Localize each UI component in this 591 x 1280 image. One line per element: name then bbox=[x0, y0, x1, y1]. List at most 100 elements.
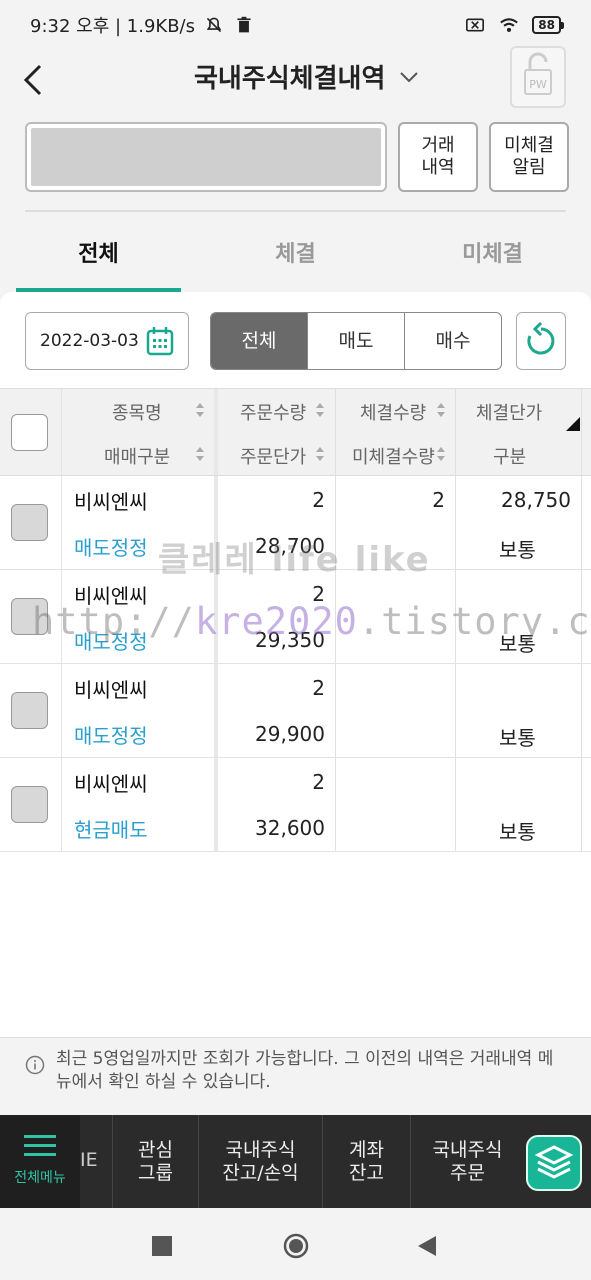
sort-icon[interactable] bbox=[437, 447, 445, 461]
row-checkbox[interactable] bbox=[11, 504, 48, 541]
trade-history-button[interactable]: 거래 내역 bbox=[398, 122, 478, 192]
chevron-down-icon bbox=[400, 71, 419, 82]
select-all-checkbox[interactable] bbox=[11, 414, 48, 451]
table-row[interactable]: 비씨엔씨 현금매도 2 32,600 보통 bbox=[0, 758, 591, 852]
order-qty: 2 bbox=[312, 676, 325, 700]
checkbox-column bbox=[0, 389, 62, 475]
refresh-button[interactable] bbox=[516, 312, 566, 370]
sort-icon[interactable] bbox=[196, 447, 204, 461]
order-qty: 2 bbox=[312, 488, 325, 512]
header-stock-name[interactable]: 종목명 bbox=[112, 399, 162, 425]
system-navigation bbox=[0, 1208, 591, 1280]
all-menu-label: 전체메뉴 bbox=[14, 1170, 66, 1186]
row-checkbox[interactable] bbox=[11, 692, 48, 729]
page-title: 국내주식체결내역 bbox=[194, 64, 386, 94]
column-divider bbox=[581, 389, 582, 475]
app-header: 국내주식체결내역 PW bbox=[0, 46, 591, 110]
date-value: 2022-03-03 bbox=[40, 331, 139, 351]
watermark-url-part: http:// bbox=[32, 600, 195, 643]
wifi-icon bbox=[500, 18, 519, 32]
header-filled-price[interactable]: 체결단가 bbox=[476, 399, 542, 425]
column-divider bbox=[214, 758, 218, 851]
title-dropdown[interactable]: 국내주식체결내역 bbox=[194, 58, 419, 95]
nav-domestic-order[interactable]: 국내주식 주문 bbox=[410, 1115, 524, 1208]
bell-off-icon bbox=[206, 17, 222, 33]
column-divider bbox=[455, 389, 456, 475]
unfilled-alert-button[interactable]: 미체결 알림 bbox=[489, 122, 569, 192]
all-menu-button[interactable]: 전체메뉴 bbox=[0, 1115, 80, 1208]
hamburger-icon bbox=[24, 1135, 56, 1156]
checkbox-column bbox=[0, 758, 62, 851]
trade-type: 현금매도 bbox=[74, 818, 148, 842]
stock-name: 비씨엔씨 bbox=[74, 678, 148, 702]
recent-apps-icon[interactable] bbox=[152, 1236, 172, 1256]
table-header: 종목명 주문수량 체결수량 체결단가 매매구분 주문단가 미체결수량 구분 bbox=[0, 388, 591, 476]
table-row[interactable]: 비씨엔씨 매도정정 2 29,900 보통 bbox=[0, 664, 591, 758]
watermark-url: http://kre2020.tistory.com bbox=[32, 600, 591, 643]
info-icon bbox=[25, 1055, 45, 1075]
column-divider bbox=[214, 664, 218, 757]
header-order-qty[interactable]: 주문수량 bbox=[240, 399, 306, 425]
sort-icon[interactable] bbox=[316, 403, 324, 417]
date-picker[interactable]: 2022-03-03 bbox=[25, 312, 189, 370]
nav-domestic-balance[interactable]: 국내주식 잔고/손익 bbox=[198, 1115, 322, 1208]
tab-all[interactable]: 전체 bbox=[0, 212, 197, 292]
calendar-icon[interactable] bbox=[146, 326, 174, 356]
order-price: 32,600 bbox=[255, 816, 325, 840]
column-divider bbox=[455, 664, 456, 757]
filled-price: 28,750 bbox=[501, 488, 571, 512]
order-price: 29,900 bbox=[255, 722, 325, 746]
corner-triangle-icon bbox=[566, 417, 580, 431]
back-arrow-icon[interactable] bbox=[20, 62, 50, 98]
main-panel: 2022-03-03 전체 매도 매수 종목명 주문수량 체결수량 체결단가 매… bbox=[0, 292, 591, 1037]
segment-sell[interactable]: 매도 bbox=[307, 313, 404, 369]
account-selector[interactable] bbox=[25, 122, 387, 192]
nav-account-balance[interactable]: 계좌 잔고 bbox=[322, 1115, 410, 1208]
filled-qty: 2 bbox=[432, 488, 445, 512]
sort-icon[interactable] bbox=[316, 447, 324, 461]
order-qty: 2 bbox=[312, 770, 325, 794]
header-filled-qty[interactable]: 체결수량 bbox=[360, 399, 426, 425]
segment-buy[interactable]: 매수 bbox=[404, 313, 501, 369]
watermark-url-part: .tistory.com bbox=[357, 600, 591, 643]
category: 보통 bbox=[499, 820, 536, 844]
trade-type: 매도정정 bbox=[74, 724, 148, 748]
column-divider bbox=[335, 758, 336, 851]
sim-x-icon bbox=[466, 18, 485, 32]
segment-all[interactable]: 전체 bbox=[211, 313, 307, 369]
sort-icon[interactable] bbox=[196, 403, 204, 417]
row-checkbox[interactable] bbox=[11, 786, 48, 823]
header-trade-type[interactable]: 매매구분 bbox=[104, 443, 170, 469]
header-unfilled-qty[interactable]: 미체결수량 bbox=[352, 443, 435, 469]
stock-name: 비씨엔씨 bbox=[74, 772, 148, 796]
trade-type-segmented-control: 전체 매도 매수 bbox=[210, 312, 502, 370]
bottom-navigation: 전체메뉴 IE 관심 그룹 국내주식 잔고/손익 계좌 잔고 국내주식 주문 bbox=[0, 1115, 591, 1208]
tab-unfilled[interactable]: 미체결 bbox=[394, 212, 591, 292]
layers-icon bbox=[534, 1145, 574, 1179]
column-divider bbox=[455, 476, 456, 569]
layers-button[interactable] bbox=[526, 1135, 582, 1191]
notice-text: 최근 5영업일까지만 조회가 가능합니다. 그 이전의 내역은 거래내역 메뉴에… bbox=[56, 1049, 554, 1092]
tab-filled[interactable]: 체결 bbox=[197, 212, 394, 292]
home-icon[interactable] bbox=[282, 1232, 310, 1260]
battery-indicator: 88 bbox=[532, 16, 564, 34]
unlock-icon: PW bbox=[524, 52, 552, 95]
trash-icon bbox=[237, 16, 251, 33]
refresh-icon bbox=[527, 321, 555, 355]
nav-watch-group[interactable]: 관심 그룹 bbox=[112, 1115, 198, 1208]
masked-account-number bbox=[31, 128, 381, 186]
watermark-url-part: kre2020 bbox=[194, 600, 358, 643]
stock-name: 비씨엔씨 bbox=[74, 490, 148, 514]
watermark-text: 클레레 life like bbox=[158, 540, 431, 580]
header-category[interactable]: 구분 bbox=[493, 443, 526, 469]
nav-fragment: IE bbox=[80, 1149, 98, 1171]
back-icon[interactable] bbox=[416, 1234, 438, 1258]
tab-bar: 전체 체결 미체결 bbox=[0, 212, 591, 292]
checkbox-column bbox=[0, 476, 62, 569]
category: 보통 bbox=[499, 538, 536, 562]
pw-lock-button[interactable]: PW bbox=[510, 46, 566, 108]
header-order-price[interactable]: 주문단가 bbox=[240, 443, 306, 469]
sort-icon[interactable] bbox=[437, 403, 445, 417]
filter-row: 2022-03-03 전체 매도 매수 bbox=[0, 312, 591, 370]
category: 보통 bbox=[499, 726, 536, 750]
